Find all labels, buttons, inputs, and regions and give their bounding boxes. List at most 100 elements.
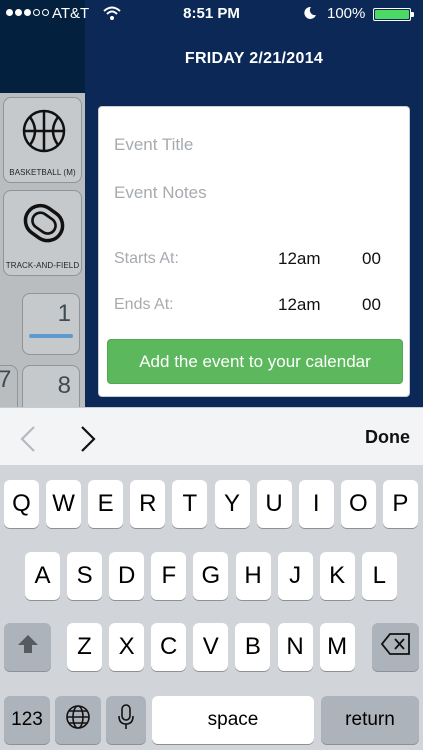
chevron-left-icon[interactable]	[19, 425, 37, 458]
key-g[interactable]: G	[193, 552, 229, 600]
space-key[interactable]: space	[152, 696, 314, 744]
key-d[interactable]: D	[109, 552, 145, 600]
add-event-button[interactable]: Add the event to your calendar	[107, 339, 403, 384]
key-label: O	[348, 490, 368, 517]
key-p[interactable]: P	[382, 480, 418, 528]
key-b[interactable]: B	[235, 623, 271, 671]
keyboard: QWERTYU I OP ASDFGHJKL ZXCVBNM 123 space r…	[0, 465, 423, 750]
numbers-key[interactable]: 123	[4, 696, 50, 744]
key-label: D	[118, 562, 136, 589]
sport-label: TRACK-AND-FIELD	[5, 261, 80, 270]
key-label: P	[392, 490, 409, 517]
calendar-day-1[interactable]: 1	[22, 293, 80, 355]
key-label: K	[329, 562, 346, 589]
app-screen: BASKETBALL (M) TRACK-AND-FIELD 1 7 8 FRI…	[0, 0, 423, 750]
return-key[interactable]: return	[321, 696, 419, 744]
chevron-right-icon[interactable]	[79, 425, 97, 458]
dictation-key[interactable]	[106, 696, 146, 744]
key-i[interactable]: I	[298, 480, 334, 528]
key-label: A	[34, 562, 51, 589]
date-title: FRIDAY 2/21/2014	[184, 50, 324, 67]
key-label: B	[244, 633, 261, 660]
numbers-key-label: 123	[11, 709, 43, 730]
sport-tile-basketball[interactable]: BASKETBALL (M)	[3, 97, 82, 183]
return-key-label: return	[345, 709, 395, 730]
calendar-day-number: 7	[0, 366, 12, 393]
key-label: F	[161, 562, 177, 589]
key-label: I	[312, 490, 320, 517]
key-l[interactable]: L	[361, 552, 397, 600]
sport-label: BASKETBALL (M)	[9, 168, 76, 177]
key-label: C	[160, 633, 178, 660]
key-o[interactable]: O	[340, 480, 376, 528]
shift-icon	[17, 633, 39, 661]
calendar-day-number: 8	[57, 372, 71, 399]
key-label: S	[76, 562, 93, 589]
key-label: Q	[12, 490, 31, 517]
key-c[interactable]: C	[151, 623, 187, 671]
key-label: X	[118, 633, 135, 660]
end-hour-picker[interactable]: 12am	[278, 295, 321, 315]
key-f[interactable]: F	[151, 552, 187, 600]
key-label: R	[139, 490, 157, 517]
done-button[interactable]: Done	[365, 427, 410, 448]
key-label: W	[52, 490, 75, 517]
key-label: L	[372, 562, 386, 589]
start-hour-picker[interactable]: 12am	[278, 249, 321, 269]
key-label: V	[202, 633, 219, 660]
backspace-icon	[380, 632, 411, 662]
key-t[interactable]: T	[172, 480, 208, 528]
event-form-card: Event Title Event Notes Starts At: 12am …	[98, 106, 410, 397]
key-u[interactable]: U	[256, 480, 292, 528]
sidebar-panel: BASKETBALL (M) TRACK-AND-FIELD 1 7 8	[0, 0, 85, 407]
keyboard-accessory-bar: Done	[0, 407, 423, 465]
key-q[interactable]: Q	[4, 480, 39, 528]
battery-icon	[373, 8, 414, 21]
key-label: G	[201, 562, 221, 589]
key-label: N	[286, 633, 304, 660]
microphone-icon	[118, 703, 134, 737]
calendar-day-number: 1	[57, 300, 71, 327]
key-r[interactable]: R	[130, 480, 166, 528]
end-minute-picker[interactable]: 00	[362, 295, 381, 315]
key-y[interactable]: Y	[214, 480, 250, 528]
key-n[interactable]: N	[277, 623, 313, 671]
key-h[interactable]: H	[235, 552, 271, 600]
key-e[interactable]: E	[88, 480, 124, 528]
key-label: J	[289, 562, 302, 589]
key-k[interactable]: K	[319, 552, 355, 600]
globe-key[interactable]	[55, 696, 101, 744]
basketball-icon	[22, 106, 66, 156]
key-a[interactable]: A	[25, 552, 60, 600]
key-label: M	[327, 633, 348, 660]
running-track-icon	[22, 199, 66, 249]
key-z[interactable]: Z	[67, 623, 102, 671]
key-label: Z	[77, 633, 92, 660]
key-s[interactable]: S	[67, 552, 103, 600]
key-label: E	[97, 490, 114, 517]
backspace-key[interactable]	[372, 623, 419, 671]
key-w[interactable]: W	[46, 480, 82, 528]
do-not-disturb-icon	[303, 6, 317, 24]
key-v[interactable]: V	[193, 623, 229, 671]
key-label: U	[265, 490, 283, 517]
key-label: H	[244, 562, 262, 589]
status-bar: AT&T 8:51 PM 100%	[0, 0, 423, 28]
key-x[interactable]: X	[109, 623, 145, 671]
ends-at-label: Ends At:	[114, 296, 174, 313]
event-title-input[interactable]: Event Title	[114, 135, 193, 155]
shift-key[interactable]	[4, 623, 51, 671]
event-notes-input[interactable]: Event Notes	[114, 183, 207, 203]
event-indicator	[29, 334, 73, 338]
key-label: T	[182, 490, 198, 517]
key-j[interactable]: J	[277, 552, 313, 600]
calendar-day-8[interactable]: 8	[22, 365, 80, 407]
starts-at-label: Starts At:	[114, 250, 179, 267]
globe-icon	[65, 704, 91, 737]
key-label: Y	[223, 490, 240, 517]
key-m[interactable]: M	[319, 623, 355, 671]
battery-percentage: 100%	[327, 5, 366, 22]
space-key-label: space	[207, 709, 259, 730]
sport-tile-track-and-field[interactable]: TRACK-AND-FIELD	[3, 190, 82, 276]
start-minute-picker[interactable]: 00	[362, 249, 381, 269]
